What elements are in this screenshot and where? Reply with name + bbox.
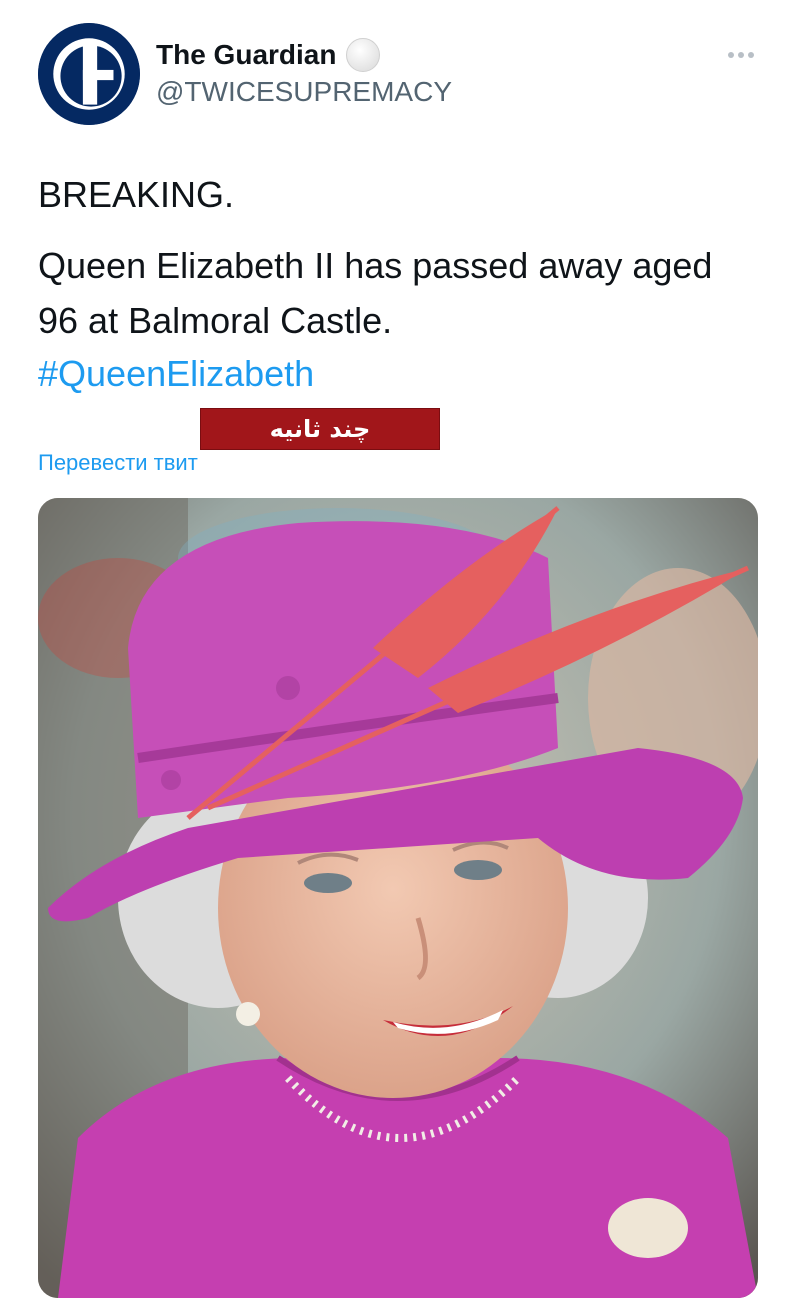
display-name[interactable]: The Guardian bbox=[156, 39, 336, 71]
user-handle[interactable]: @TWICESUPREMACY bbox=[156, 76, 452, 108]
tweet-text-body: Queen Elizabeth II has passed away aged … bbox=[38, 245, 713, 341]
tweet-photo-image bbox=[38, 498, 758, 1298]
verified-badge-icon bbox=[346, 38, 381, 72]
translate-tweet-link[interactable]: Перевести твит bbox=[38, 450, 198, 476]
tweet-text-breaking: BREAKING. bbox=[38, 174, 235, 215]
tweet-photo[interactable] bbox=[38, 498, 758, 1298]
caption-overlay: چند ثانیه bbox=[200, 408, 440, 450]
author-name-row: The Guardian bbox=[156, 38, 381, 72]
guardian-logo-icon bbox=[38, 23, 140, 125]
hashtag-link[interactable]: #QueenElizabeth bbox=[38, 346, 314, 401]
more-options-icon[interactable] bbox=[724, 38, 758, 72]
avatar[interactable] bbox=[38, 23, 140, 125]
